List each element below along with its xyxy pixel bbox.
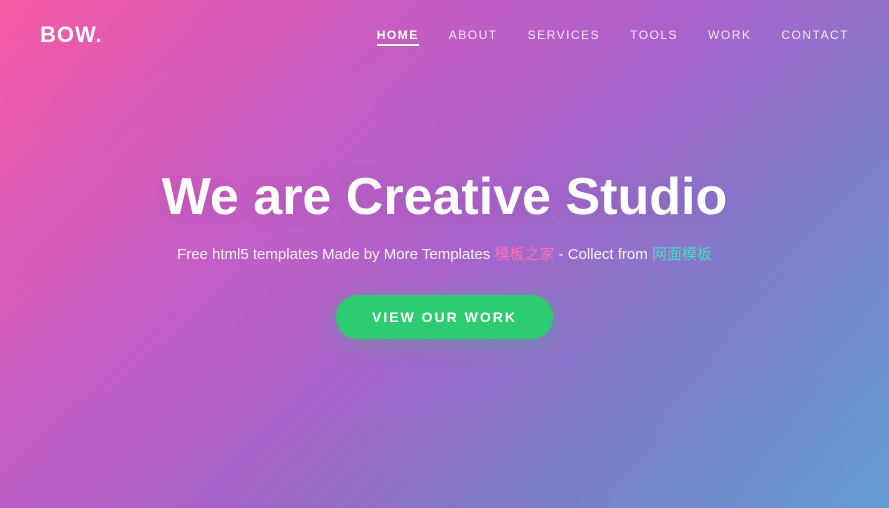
- nav-link-contact[interactable]: CONTACT: [781, 28, 849, 42]
- hero-subtitle-link1[interactable]: 模板之家: [494, 246, 554, 263]
- hero-subtitle-prefix: Free html5 templates Made by More Templa…: [177, 246, 494, 263]
- nav-link-services[interactable]: SERVICES: [528, 28, 600, 42]
- nav-item-contact[interactable]: CONTACT: [781, 26, 849, 44]
- nav-link-about[interactable]: ABOUT: [449, 28, 498, 42]
- hero-title: We are Creative Studio: [162, 169, 727, 226]
- nav-item-home[interactable]: HOME: [377, 26, 419, 44]
- site-logo: BOW.: [40, 22, 103, 48]
- nav-link-tools[interactable]: TOOLS: [630, 28, 678, 42]
- hero-section: BOW. HOME ABOUT SERVICES TOOLS WORK CONT…: [0, 0, 889, 508]
- navbar: BOW. HOME ABOUT SERVICES TOOLS WORK CONT…: [0, 0, 889, 70]
- hero-subtitle-link2[interactable]: 网面模板: [652, 246, 712, 263]
- cta-button[interactable]: VIEW OUR WORK: [336, 295, 553, 339]
- nav-item-services[interactable]: SERVICES: [528, 26, 600, 44]
- nav-item-about[interactable]: ABOUT: [449, 26, 498, 44]
- nav-item-tools[interactable]: TOOLS: [630, 26, 678, 44]
- nav-item-work[interactable]: WORK: [708, 26, 751, 44]
- logo-text: BOW.: [40, 22, 103, 47]
- hero-subtitle-middle: - Collect from: [554, 246, 652, 263]
- nav-link-work[interactable]: WORK: [708, 28, 751, 42]
- nav-link-home[interactable]: HOME: [377, 28, 419, 46]
- hero-subtitle: Free html5 templates Made by More Templa…: [177, 244, 712, 267]
- hero-content: We are Creative Studio Free html5 templa…: [162, 169, 727, 339]
- nav-links: HOME ABOUT SERVICES TOOLS WORK CONTACT: [377, 26, 849, 44]
